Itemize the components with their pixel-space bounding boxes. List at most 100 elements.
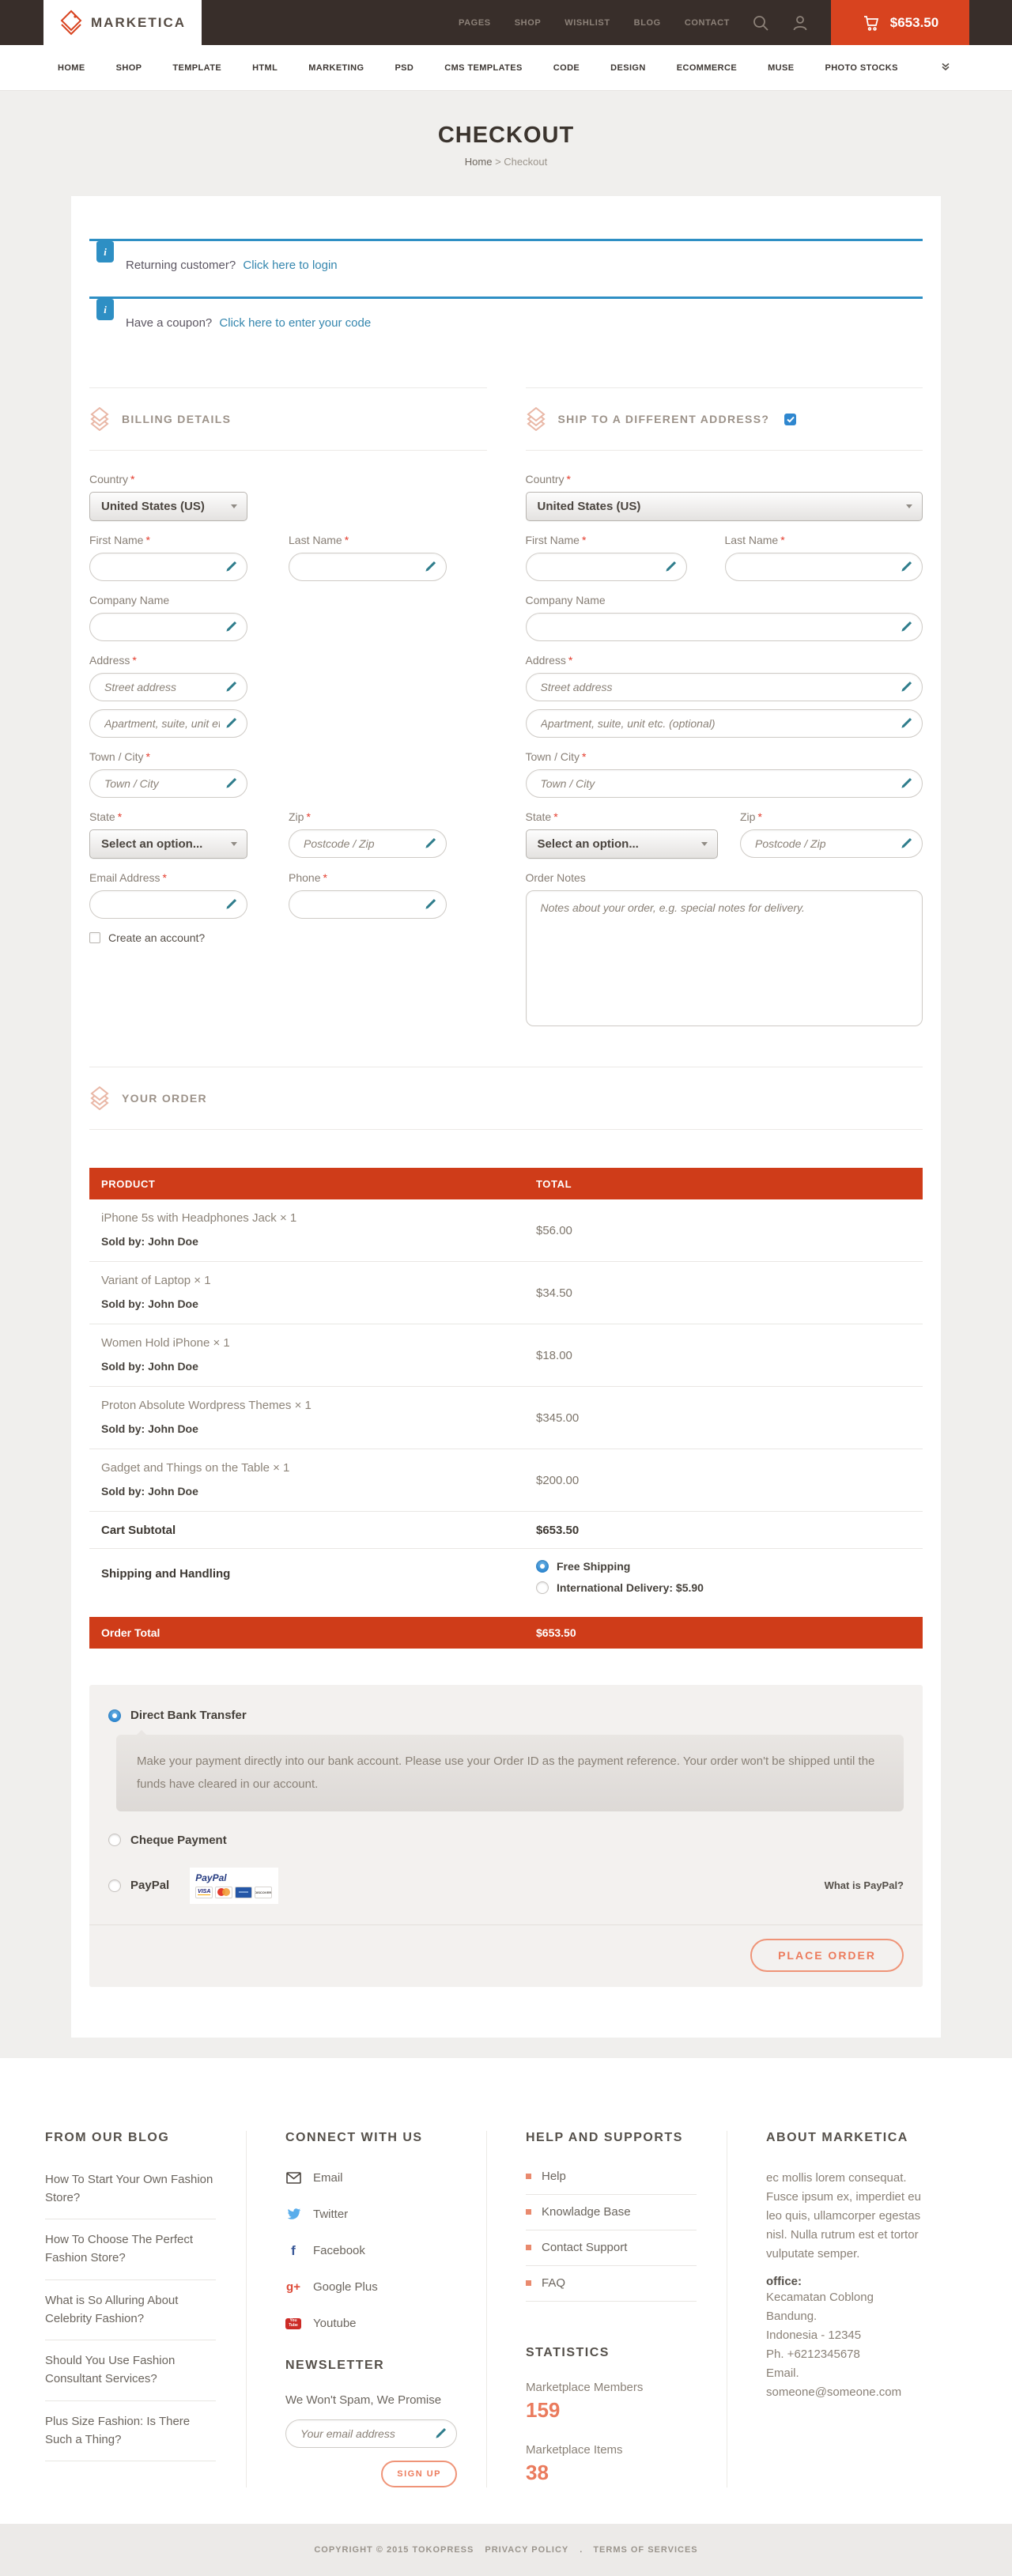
login-link[interactable]: Click here to login bbox=[243, 259, 337, 272]
subnav-cms-templates[interactable]: CMS TEMPLATES bbox=[444, 63, 523, 73]
free-shipping-option[interactable]: Free Shipping bbox=[536, 1560, 704, 1573]
newsletter-email-input[interactable] bbox=[285, 2419, 457, 2448]
blog-link[interactable]: How To Choose The Perfect Fashion Store? bbox=[45, 2219, 216, 2280]
shipping-state-select[interactable]: Select an option... bbox=[526, 829, 718, 859]
stat-label: Marketplace Members bbox=[526, 2381, 697, 2394]
top-nav-blog[interactable]: BLOG bbox=[634, 18, 661, 28]
billing-company-input[interactable] bbox=[89, 613, 247, 641]
subnav-psd[interactable]: PSD bbox=[395, 63, 413, 73]
radio-icon[interactable] bbox=[108, 1834, 121, 1846]
billing-last-name-input[interactable] bbox=[289, 553, 447, 581]
create-account-checkbox[interactable] bbox=[89, 932, 100, 943]
breadcrumb-home[interactable]: Home bbox=[465, 156, 493, 168]
what-is-paypal-link[interactable]: What is PayPal? bbox=[825, 1879, 904, 1891]
user-icon[interactable] bbox=[791, 14, 809, 32]
radio-selected-icon[interactable] bbox=[536, 1560, 549, 1573]
blog-link[interactable]: What is So Alluring About Celebrity Fash… bbox=[45, 2280, 216, 2341]
social-link-youtube[interactable]: You Tube Youtube bbox=[285, 2316, 456, 2332]
subnav-html[interactable]: HTML bbox=[252, 63, 278, 73]
shipping-town-input[interactable] bbox=[526, 769, 923, 798]
subnav-photo-stocks[interactable]: PHOTO STOCKS bbox=[825, 63, 897, 73]
blog-link[interactable]: Plus Size Fashion: Is There Such a Thing… bbox=[45, 2401, 216, 2462]
order-total-label: Order Total bbox=[89, 1626, 536, 1639]
shipping-country-select[interactable]: United States (US) bbox=[526, 492, 923, 521]
help-heading: HELP AND SUPPORTS bbox=[526, 2131, 697, 2145]
address-line: Kecamatan Coblong bbox=[766, 2288, 921, 2307]
shipping-apartment-input[interactable] bbox=[526, 709, 923, 738]
help-link[interactable]: Help bbox=[526, 2159, 697, 2195]
coupon-link[interactable]: Click here to enter your code bbox=[219, 316, 371, 330]
shipping-street-input[interactable] bbox=[526, 673, 923, 701]
radio-icon[interactable] bbox=[536, 1581, 549, 1594]
search-icon[interactable] bbox=[752, 14, 769, 32]
field-label: Zip* bbox=[740, 810, 923, 823]
shipping-company-input[interactable] bbox=[526, 613, 923, 641]
subnav-ecommerce[interactable]: ECOMMERCE bbox=[677, 63, 737, 73]
billing-apartment-input[interactable] bbox=[89, 709, 247, 738]
sign-up-button[interactable]: SIGN UP bbox=[381, 2461, 457, 2487]
billing-section-header: BILLING DETAILS bbox=[89, 388, 487, 450]
subnav-muse[interactable]: MUSE bbox=[768, 63, 794, 73]
top-nav-contact[interactable]: CONTACT bbox=[685, 18, 730, 28]
billing-phone-input[interactable] bbox=[289, 890, 447, 919]
address-line: Bandung. bbox=[766, 2307, 921, 2326]
coupon-notice: i Have a coupon? Click here to enter you… bbox=[89, 297, 923, 354]
terms-of-services-link[interactable]: TERMS OF SERVICES bbox=[593, 2545, 697, 2555]
social-link-email[interactable]: Email bbox=[285, 2170, 456, 2186]
international-delivery-option[interactable]: International Delivery: $5.90 bbox=[536, 1581, 704, 1594]
shipping-last-name-input[interactable] bbox=[725, 553, 923, 581]
shipping-first-name-input[interactable] bbox=[526, 553, 687, 581]
billing-country-select[interactable]: United States (US) bbox=[89, 492, 247, 521]
chevron-down-icon[interactable] bbox=[941, 62, 950, 74]
newsletter-tagline: We Won't Spam, We Promise bbox=[285, 2393, 456, 2407]
help-link[interactable]: FAQ bbox=[526, 2266, 697, 2302]
amex-logo bbox=[235, 1887, 252, 1898]
product-total: $200.00 bbox=[536, 1461, 579, 1500]
privacy-policy-link[interactable]: PRIVACY POLICY bbox=[485, 2545, 568, 2555]
cheque-payment-option[interactable]: Cheque Payment bbox=[108, 1834, 904, 1847]
subnav-marketing[interactable]: MARKETING bbox=[308, 63, 364, 73]
billing-first-name-input[interactable] bbox=[89, 553, 247, 581]
place-order-button[interactable]: PLACE ORDER bbox=[750, 1939, 904, 1972]
radio-icon[interactable] bbox=[108, 1879, 121, 1892]
cart-button[interactable]: $653.50 bbox=[831, 0, 969, 45]
help-link[interactable]: Contact Support bbox=[526, 2230, 697, 2266]
ship-different-checkbox[interactable] bbox=[784, 414, 796, 425]
subnav-code[interactable]: CODE bbox=[553, 63, 580, 73]
shipping-zip-input[interactable] bbox=[740, 829, 923, 858]
billing-town-input[interactable] bbox=[89, 769, 247, 798]
cart-subtotal-value: $653.50 bbox=[536, 1524, 579, 1537]
top-nav-pages[interactable]: PAGES bbox=[459, 18, 491, 28]
field-label: State* bbox=[526, 810, 718, 823]
facebook-icon: f bbox=[285, 2243, 301, 2259]
top-nav-wishlist[interactable]: WISHLIST bbox=[565, 18, 610, 28]
info-icon: i bbox=[96, 241, 114, 263]
blog-link[interactable]: Should You Use Fashion Consultant Servic… bbox=[45, 2340, 216, 2401]
order-notes-textarea[interactable] bbox=[526, 890, 923, 1026]
blog-link[interactable]: How To Start Your Own Fashion Store? bbox=[45, 2159, 216, 2220]
about-heading: ABOUT MARKETICA bbox=[766, 2131, 921, 2145]
returning-customer-notice: i Returning customer? Click here to logi… bbox=[89, 239, 923, 297]
logo[interactable]: MARKETICA bbox=[43, 0, 202, 45]
billing-zip-input[interactable] bbox=[289, 829, 447, 858]
cart-total: $653.50 bbox=[890, 15, 938, 31]
subnav-shop[interactable]: SHOP bbox=[116, 63, 142, 73]
radio-selected-icon[interactable] bbox=[108, 1709, 121, 1722]
subnav-template[interactable]: TEMPLATE bbox=[172, 63, 221, 73]
bullet-icon bbox=[526, 2280, 531, 2286]
social-link-google-plus[interactable]: g+ Google Plus bbox=[285, 2279, 456, 2295]
billing-street-input[interactable] bbox=[89, 673, 247, 701]
address-line: Email. someone@someone.com bbox=[766, 2364, 921, 2402]
top-nav-shop[interactable]: SHOP bbox=[515, 18, 542, 28]
subnav-home[interactable]: HOME bbox=[58, 63, 85, 73]
paypal-option[interactable]: PayPal PayPal VISA DISCOVER What is PayP… bbox=[108, 1868, 904, 1904]
social-link-twitter[interactable]: Twitter bbox=[285, 2207, 456, 2223]
billing-email-input[interactable] bbox=[89, 890, 247, 919]
breadcrumb: Home > Checkout bbox=[0, 156, 1012, 168]
billing-state-select[interactable]: Select an option... bbox=[89, 829, 247, 859]
subnav-design[interactable]: DESIGN bbox=[610, 63, 646, 73]
help-link[interactable]: Knowladge Base bbox=[526, 2195, 697, 2230]
social-link-facebook[interactable]: f Facebook bbox=[285, 2243, 456, 2259]
chevron-down-icon bbox=[701, 842, 708, 846]
bank-transfer-option[interactable]: Direct Bank Transfer bbox=[108, 1709, 904, 1722]
